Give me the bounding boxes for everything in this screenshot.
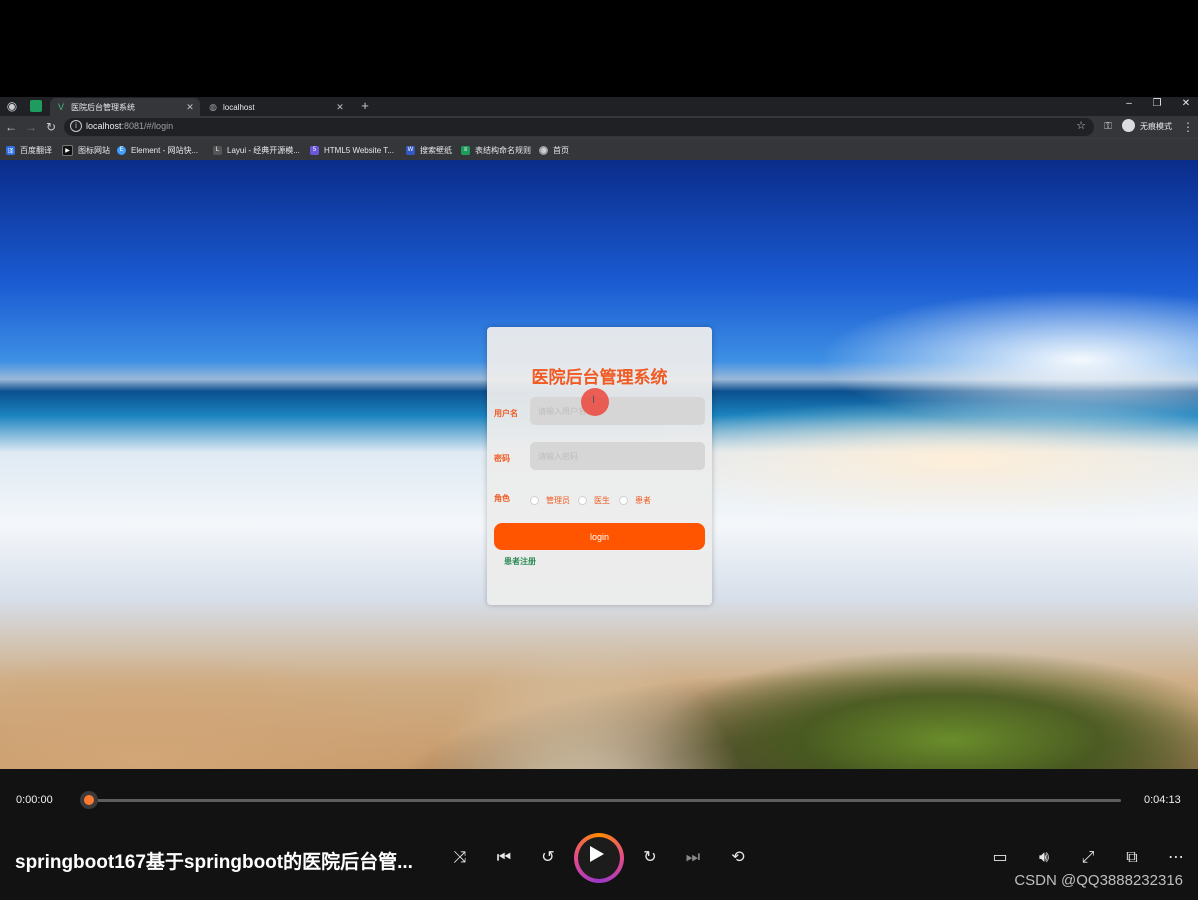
- address-bar[interactable]: i localhost:8081/#/login ☆: [64, 118, 1094, 136]
- bookmark-item[interactable]: ≡ 表结构命名规则: [461, 143, 531, 157]
- current-time: 0:00:00: [16, 794, 53, 806]
- login-button[interactable]: login: [494, 523, 705, 550]
- csdn-watermark: CSDN @QQ3888232316: [1014, 872, 1183, 889]
- play-icon: [590, 846, 604, 862]
- role-radio-doctor[interactable]: 医生: [578, 495, 610, 506]
- tab-hospital-admin[interactable]: V 医院后台管理系统 ✕: [50, 98, 200, 116]
- password-label: 密码: [494, 454, 510, 463]
- url-text: localhost:8081/#/login: [86, 121, 174, 131]
- site-info-icon[interactable]: i: [70, 120, 82, 132]
- incognito-icon: [1122, 119, 1135, 132]
- pinned-tab-icon[interactable]: [30, 100, 42, 112]
- profile-label[interactable]: 无痕模式: [1140, 121, 1172, 132]
- wallpaper-icon: W: [406, 145, 415, 155]
- previous-icon[interactable]: ⏮: [489, 847, 519, 869]
- close-tab-icon[interactable]: ✕: [184, 102, 196, 113]
- play-button[interactable]: [574, 833, 624, 883]
- navigation-bar: ← → ↻ i localhost:8081/#/login ☆ ⚿ 无痕模式 …: [0, 116, 1198, 138]
- restore-icon[interactable]: ❐: [1143, 98, 1171, 109]
- bookmark-item[interactable]: W 搜索壁纸: [406, 143, 452, 157]
- bookmark-item[interactable]: L Layui - 经典开源模...: [213, 143, 300, 157]
- video-player-controls: 0:00:00 0:04:13 springboot167基于springboo…: [0, 769, 1198, 900]
- shuffle-icon[interactable]: ⤨: [445, 847, 475, 869]
- doc-icon: ≡: [461, 145, 470, 155]
- more-options-icon[interactable]: ⋯: [1161, 847, 1191, 869]
- forward-icon[interactable]: →: [23, 119, 39, 135]
- bookmarks-bar: 译百度翻译 ▶ 图标网站 E Element - 网站快... L Layui - 经…: [0, 138, 1198, 161]
- close-window-icon[interactable]: ✕: [1172, 98, 1198, 109]
- bookmark-item[interactable]: ◍ 首页: [539, 143, 569, 157]
- username-input[interactable]: [530, 397, 705, 425]
- close-tab-icon[interactable]: ✕: [334, 102, 346, 113]
- next-icon[interactable]: ⏭: [678, 847, 708, 869]
- tab-strip: ◉ V 医院后台管理系统 ✕ ◍ localhost ✕ + – ❐ ✕: [0, 97, 1198, 116]
- total-time: 0:04:13: [1144, 794, 1181, 806]
- system-title: 医院后台管理系统: [531, 368, 668, 387]
- video-title: springboot167基于springboot的医院后台管...: [15, 852, 413, 873]
- login-card: 医院后台管理系统 用户名 密码 角色 管理员 医生 患者 login 患者注册 …: [487, 327, 712, 605]
- username-label: 用户名: [494, 409, 518, 418]
- rewind-10-icon[interactable]: ↺: [533, 847, 563, 869]
- role-radio-admin[interactable]: 管理员: [530, 495, 570, 506]
- key-icon[interactable]: ⚿: [1100, 119, 1116, 135]
- radio-circle[interactable]: [530, 496, 539, 505]
- role-radio-patient[interactable]: 患者: [619, 495, 651, 506]
- bookmark-item[interactable]: E Element - 网站快...: [117, 143, 198, 157]
- globe-icon: ◍: [539, 145, 548, 155]
- text-cursor-icon: I: [592, 394, 596, 406]
- miniplayer-icon[interactable]: ⧉: [1117, 847, 1147, 869]
- volume-icon[interactable]: 🔊︎: [1029, 847, 1059, 869]
- patient-register-link[interactable]: 患者注册: [504, 556, 536, 567]
- reload-icon[interactable]: ↻: [43, 119, 59, 135]
- html5-icon: 5: [310, 145, 319, 155]
- vue-icon: V: [57, 102, 64, 112]
- role-label: 角色: [494, 494, 510, 503]
- password-input[interactable]: [530, 442, 705, 470]
- back-icon[interactable]: ←: [3, 119, 19, 135]
- bookmark-item[interactable]: 5 HTML5 Website T...: [310, 143, 394, 157]
- bookmark-item[interactable]: 译百度翻译: [6, 143, 52, 157]
- bookmark-item[interactable]: ▶ 图标网站: [62, 143, 110, 157]
- element-icon: E: [117, 145, 126, 155]
- mouse-cursor-highlight: I: [581, 388, 609, 416]
- progress-track[interactable]: [88, 799, 1121, 802]
- tab-localhost[interactable]: ◍ localhost ✕: [202, 98, 350, 116]
- new-tab-icon[interactable]: +: [357, 98, 373, 114]
- browser-window: ◉ V 医院后台管理系统 ✕ ◍ localhost ✕ + – ❐ ✕ ← →…: [0, 97, 1198, 161]
- repeat-off-icon[interactable]: ⟲: [723, 847, 753, 869]
- login-page-background: 医院后台管理系统 用户名 密码 角色 管理员 医生 患者 login 患者注册 …: [0, 160, 1198, 769]
- fullscreen-icon[interactable]: ⤢: [1073, 847, 1103, 869]
- radio-circle[interactable]: [619, 496, 628, 505]
- chrome-menu-icon[interactable]: ◉: [4, 98, 20, 114]
- subtitles-icon[interactable]: ▭: [985, 847, 1015, 869]
- minimize-icon[interactable]: –: [1115, 98, 1143, 109]
- forward-30-icon[interactable]: ↻: [635, 847, 665, 869]
- globe-icon: ◍: [209, 101, 217, 112]
- icon-site-icon: ▶: [62, 144, 73, 156]
- layui-icon: L: [213, 145, 222, 155]
- translate-icon: 译: [6, 145, 15, 155]
- bookmark-star-icon[interactable]: ☆: [1076, 119, 1086, 132]
- more-menu-icon[interactable]: ⋮: [1180, 119, 1196, 135]
- progress-thumb[interactable]: [80, 791, 98, 809]
- radio-circle[interactable]: [578, 496, 587, 505]
